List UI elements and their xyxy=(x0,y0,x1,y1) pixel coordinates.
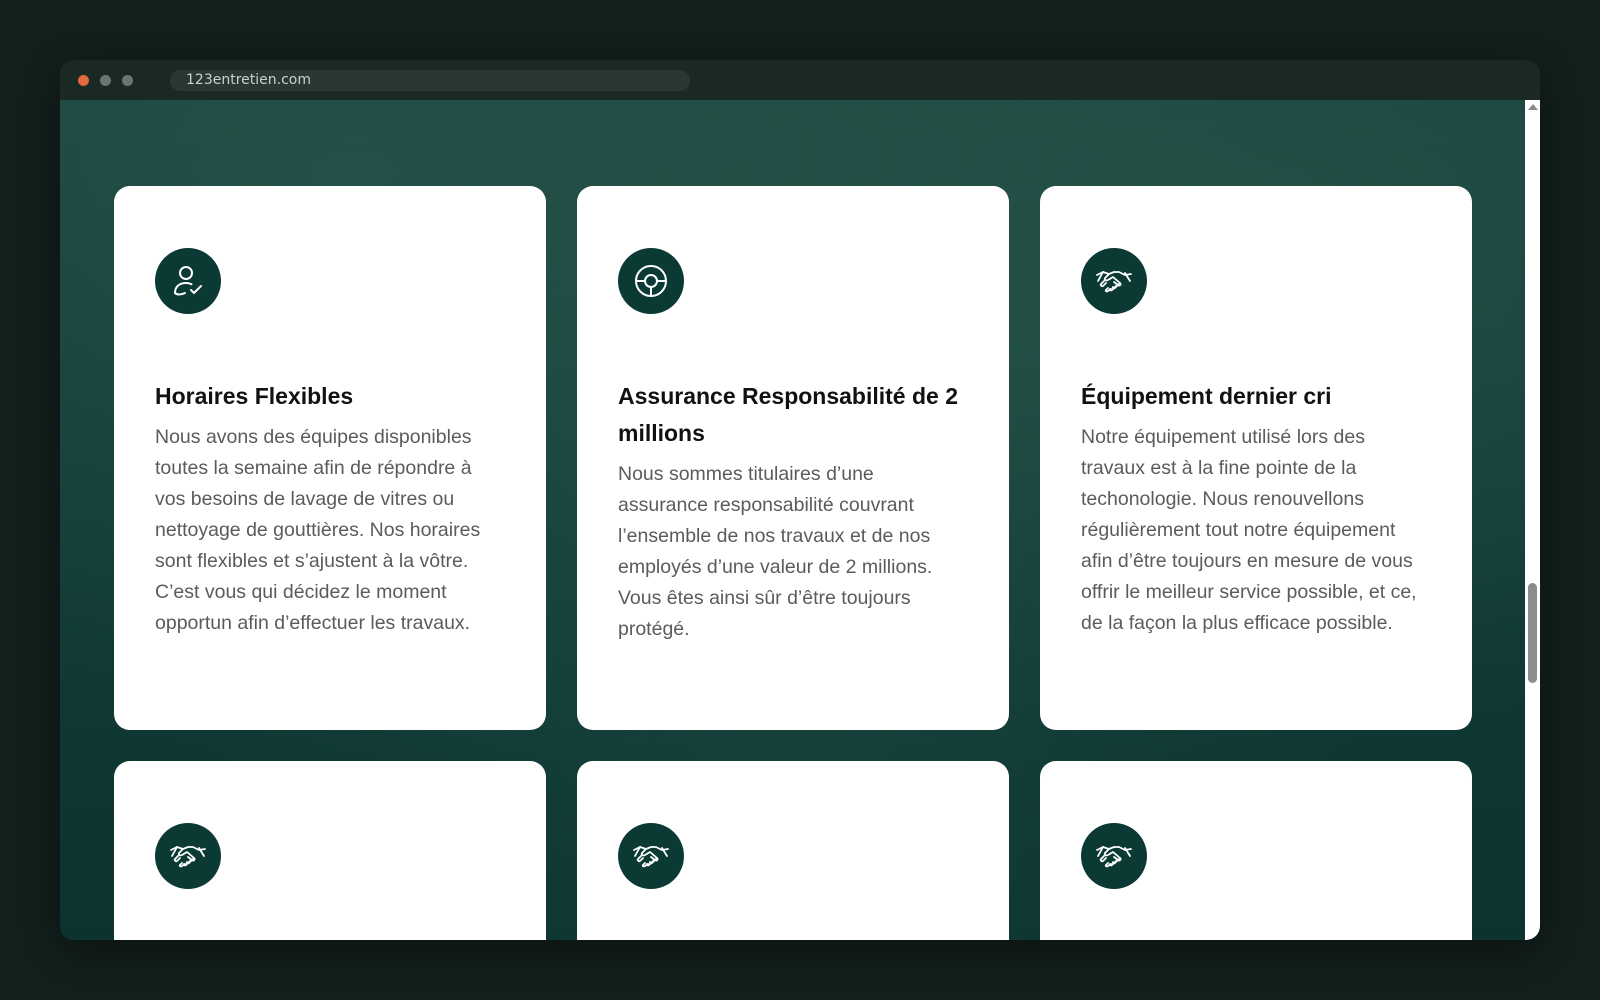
card-text: Notre équipement utilisé lors des travau… xyxy=(1081,426,1417,634)
handshake-icon xyxy=(1081,248,1147,314)
minimize-window-button[interactable] xyxy=(100,75,111,86)
feature-card-horaires: Horaires Flexibles Nous avons des équipe… xyxy=(114,186,546,730)
vertical-scrollbar[interactable] xyxy=(1525,100,1540,940)
handshake-icon xyxy=(618,823,684,889)
address-bar[interactable]: 123entretien.com xyxy=(170,70,690,91)
feature-card-5 xyxy=(577,761,1009,940)
page-viewport: Horaires Flexibles Nous avons des équipe… xyxy=(60,100,1525,940)
scroll-thumb[interactable] xyxy=(1528,583,1537,683)
handshake-icon xyxy=(1081,823,1147,889)
handshake-icon xyxy=(155,823,221,889)
card-title: Équipement dernier cri xyxy=(1081,383,1332,409)
feature-card-4 xyxy=(114,761,546,940)
feature-card-6 xyxy=(1040,761,1472,940)
maximize-window-button[interactable] xyxy=(122,75,133,86)
close-window-button[interactable] xyxy=(78,75,89,86)
card-text: Nous avons des équipes disponibles toute… xyxy=(155,426,481,634)
person-check-icon xyxy=(155,248,221,314)
card-title: Horaires Flexibles xyxy=(155,383,354,409)
browser-titlebar: 123entretien.com xyxy=(60,60,1540,100)
browser-window: 123entretien.com Horaires Flexibles Nous… xyxy=(60,60,1540,940)
steering-wheel-icon xyxy=(618,248,684,314)
scroll-up-arrow-icon[interactable] xyxy=(1528,104,1538,110)
feature-card-equipement: Équipement dernier cri Notre équipement … xyxy=(1040,186,1472,730)
feature-card-assurance: Assurance Responsabilité de 2 millions N… xyxy=(577,186,1009,730)
card-text: Nous sommes titulaires d’une assurance r… xyxy=(618,463,933,640)
card-title: Assurance Responsabilité de 2 millions xyxy=(618,383,959,446)
